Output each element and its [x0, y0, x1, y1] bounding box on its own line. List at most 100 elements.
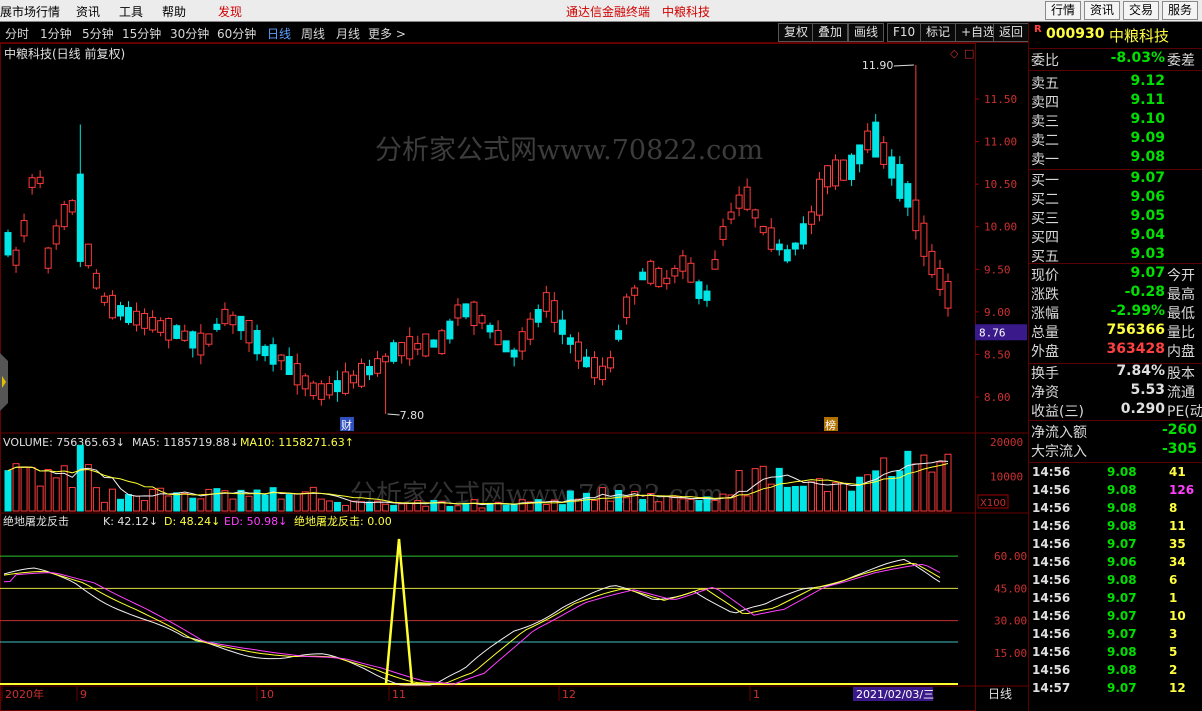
candle-body — [141, 313, 149, 329]
volume-bar — [470, 499, 478, 512]
volume-bar — [807, 481, 815, 512]
volume-bar — [936, 461, 944, 512]
volume-bar — [607, 500, 615, 512]
candle-body — [518, 331, 526, 352]
toolbar-button-2[interactable]: 画线 — [848, 23, 885, 42]
window-tab-1[interactable]: 资讯 — [1083, 1, 1120, 20]
stat2-row-2-label: 收益(三) — [1031, 404, 1084, 420]
indicator-y-tick: 45.00 — [994, 582, 1027, 595]
period-tab-2[interactable]: 5分钟 — [82, 25, 114, 42]
tick-row: 14:56 9.08 5 — [1029, 645, 1202, 663]
candle-body — [494, 330, 502, 346]
candle-body — [213, 323, 221, 330]
tick-volume: 1 — [1169, 591, 1178, 605]
candle-body — [229, 314, 237, 326]
volume-bar — [277, 498, 285, 512]
period-tab-4[interactable]: 30分钟 — [170, 25, 209, 42]
stat-row-0: 现价 9.07 今开 — [1029, 265, 1202, 284]
candle-body — [28, 177, 36, 188]
bid-row-2-label: 买三 — [1031, 211, 1059, 227]
bid-row-0-value: 9.07 — [1130, 170, 1165, 186]
candle-body — [454, 304, 462, 319]
indicator-k-line — [3, 558, 941, 686]
volume-bar — [743, 495, 751, 512]
candle-body — [269, 344, 277, 365]
period-tab-7[interactable]: 周线 — [301, 25, 325, 42]
candle-body — [253, 329, 261, 355]
indicator-d-line — [3, 562, 941, 685]
period-tab-8[interactable]: 月线 — [336, 25, 360, 42]
volume-bar — [285, 494, 293, 512]
tick-row: 14:56 9.06 34 — [1029, 555, 1202, 573]
candle-body — [888, 156, 896, 179]
window-tab-2[interactable]: 交易 — [1122, 1, 1159, 20]
period-tab-3[interactable]: 15分钟 — [122, 25, 161, 42]
candle-body — [446, 320, 454, 340]
indicator-signal: 绝地屠龙反击: 0.00 — [294, 514, 392, 528]
candle-body — [406, 336, 414, 360]
stat-row-4: 外盘 363428 内盘 — [1029, 341, 1202, 360]
menu-item-4[interactable]: 发现 — [218, 3, 242, 20]
toolbar-button-3[interactable]: F10 — [887, 23, 922, 42]
candle-body — [896, 163, 904, 199]
volume-bar — [261, 494, 269, 512]
menu-item-0[interactable]: 展市场行情 — [0, 3, 60, 20]
candle-body — [920, 222, 928, 257]
menu-item-3[interactable]: 帮助 — [162, 3, 186, 20]
ask-row-4: 卖一 9.08 — [1029, 149, 1202, 168]
divider — [1029, 420, 1202, 421]
menu-bar: 展市场行情 资讯 工具 帮助 发现 通达信金融终端 中粮科技 行情 资讯 交易 服务 — [0, 0, 1202, 22]
tick-price: 9.07 — [1107, 537, 1137, 551]
candle-body — [197, 332, 205, 356]
period-tab-6[interactable]: 日线 — [267, 25, 291, 42]
tick-row: 14:57 9.07 12 — [1029, 681, 1202, 699]
volume-bar — [390, 504, 398, 512]
candle-body — [462, 303, 470, 318]
ask-row-3: 卖二 9.09 — [1029, 130, 1202, 149]
watermark: 分析家公式网www.70822.com — [375, 135, 763, 166]
volume-bar — [478, 507, 486, 512]
candle-body — [856, 144, 864, 165]
tick-volume: 5 — [1169, 645, 1178, 659]
y-tick-label: 10.00 — [984, 221, 1017, 234]
volume-bar — [52, 477, 60, 512]
menu-item-2[interactable]: 工具 — [119, 3, 143, 20]
tick-time: 14:56 — [1032, 609, 1071, 623]
period-tab-0[interactable]: 分时 — [5, 25, 29, 42]
toolbar-button-1[interactable]: 叠加 — [812, 23, 849, 42]
ask-row-2: 卖三 9.10 — [1029, 111, 1202, 130]
candle-body — [526, 318, 534, 340]
kline-chart-area[interactable]: 11.50 11.00 10.50 10.00 9.50 9.00 8.50 8.00 8.76… — [0, 43, 1028, 711]
tick-price: 9.08 — [1107, 501, 1137, 515]
toolbar-button-0[interactable]: 复权 — [778, 23, 815, 42]
period-tab-5[interactable]: 60分钟 — [217, 25, 256, 42]
tick-price: 9.07 — [1107, 609, 1137, 623]
candle-body — [558, 319, 566, 335]
window-tab-3[interactable]: 服务 — [1161, 1, 1198, 20]
candle-body — [205, 333, 213, 345]
menu-item-1[interactable]: 资讯 — [76, 3, 100, 20]
bid-row-3: 买四 9.04 — [1029, 227, 1202, 246]
stat2-row-1-value: 5.53 — [1130, 382, 1165, 398]
candle-body — [189, 331, 197, 349]
period-label: 日线 — [988, 687, 1012, 701]
candle-body — [502, 340, 510, 353]
stock-name: 中粮科技 — [1109, 27, 1170, 45]
toolbar-button-6[interactable]: 返回 — [993, 23, 1030, 42]
candle-body — [832, 159, 840, 187]
period-tab-9[interactable]: 更多 > — [368, 25, 406, 42]
flow-row-0: 净流入额 -260 — [1029, 422, 1202, 441]
tick-volume: 10 — [1169, 609, 1186, 623]
toolbar-button-4[interactable]: 标记 — [920, 23, 957, 42]
tick-price: 9.07 — [1107, 627, 1137, 641]
quote-panel: R 000930 中粮科技 委比 -8.03% 委差 卖五 9.12 卖四 9.11 卖… — [1028, 22, 1202, 711]
y-tick-label: 9.00 — [984, 306, 1011, 319]
tick-price: 9.08 — [1107, 465, 1137, 479]
tick-row: 14:56 9.08 6 — [1029, 573, 1202, 591]
bid-row-1: 买二 9.06 — [1029, 189, 1202, 208]
period-tab-1[interactable]: 1分钟 — [40, 25, 72, 42]
volume-bar — [84, 464, 92, 512]
stat-row-2-value: -2.99% — [1110, 303, 1165, 319]
volume-unit: X100 — [980, 498, 1006, 509]
window-tab-0[interactable]: 行情 — [1044, 1, 1081, 20]
